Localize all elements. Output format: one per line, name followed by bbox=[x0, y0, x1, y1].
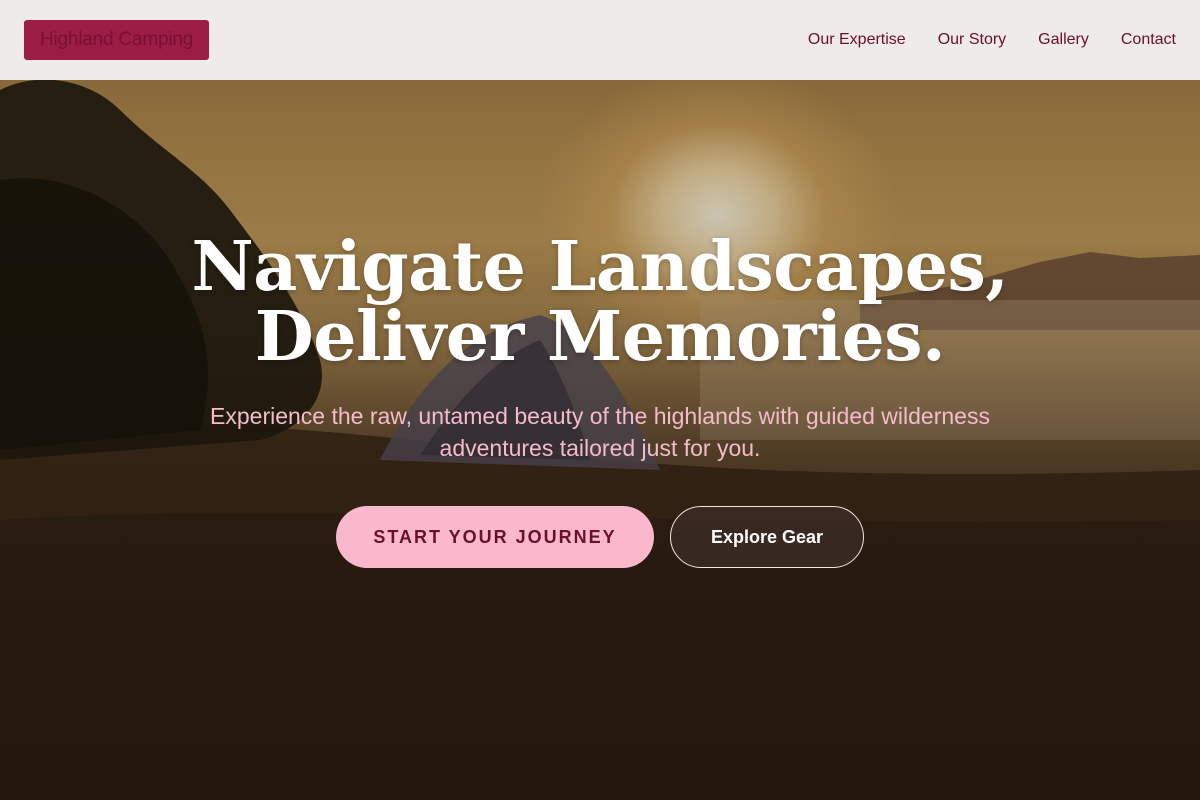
nav-link-contact[interactable]: Contact bbox=[1121, 31, 1176, 49]
explore-gear-button[interactable]: Explore Gear bbox=[670, 506, 864, 568]
start-journey-button[interactable]: START YOUR JOURNEY bbox=[336, 506, 654, 568]
site-header: Highland Camping Our Expertise Our Story… bbox=[0, 0, 1200, 80]
main-nav: Our Expertise Our Story Gallery Contact bbox=[808, 31, 1176, 49]
nav-link-gallery[interactable]: Gallery bbox=[1038, 31, 1089, 49]
hero-section: Navigate Landscapes, Deliver Memories. E… bbox=[0, 232, 1200, 568]
page: Highland Camping Our Expertise Our Story… bbox=[0, 0, 1200, 800]
hero-title-line-1: Navigate Landscapes, bbox=[191, 227, 1009, 307]
cta-row: START YOUR JOURNEY Explore Gear bbox=[0, 506, 1200, 568]
hero-subtitle: Experience the raw, untamed beauty of th… bbox=[210, 403, 990, 461]
nav-link-our-expertise[interactable]: Our Expertise bbox=[808, 31, 906, 49]
hero-title-line-2: Deliver Memories. bbox=[254, 297, 946, 377]
nav-link-our-story[interactable]: Our Story bbox=[938, 31, 1006, 49]
logo-button[interactable]: Highland Camping bbox=[24, 20, 210, 60]
hero-title: Navigate Landscapes, Deliver Memories. bbox=[0, 232, 1200, 372]
